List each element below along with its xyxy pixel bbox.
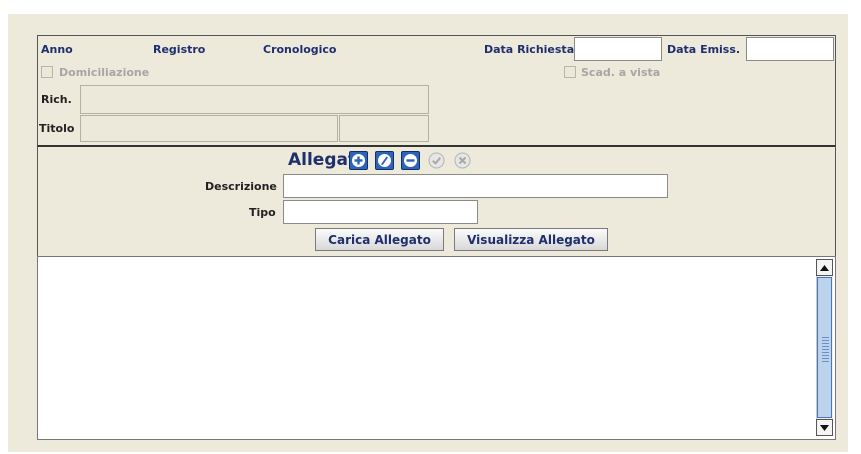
grip-icon (822, 336, 829, 362)
tipo-label: Tipo (249, 206, 276, 219)
scad-vista-label: Scad. a vista (581, 66, 661, 79)
confirm-icon[interactable] (427, 151, 446, 170)
domiciliazione-label: Domiciliazione (59, 66, 150, 79)
cancel-icon[interactable] (453, 151, 472, 170)
scroll-down-button[interactable] (816, 419, 833, 436)
arrow-up-icon (820, 264, 829, 271)
anno-label: Anno (41, 43, 73, 56)
rich-field[interactable] (80, 85, 429, 114)
allegati-list[interactable] (37, 256, 836, 440)
scroll-up-button[interactable] (816, 259, 833, 276)
domiciliazione-checkbox[interactable] (41, 66, 53, 78)
descrizione-label: Descrizione (205, 180, 277, 193)
titolo-label: Titolo (39, 122, 75, 135)
data-richiesta-label: Data Richiesta (484, 43, 575, 56)
titolo-code-field[interactable] (339, 115, 429, 142)
page: Anno Registro Cronologico Data Richiesta… (0, 0, 861, 454)
cronologico-label: Cronologico (263, 43, 337, 56)
descrizione-input[interactable] (283, 174, 668, 198)
arrow-down-icon (820, 424, 829, 431)
scad-vista-checkbox[interactable] (564, 66, 576, 78)
carica-allegato-button[interactable]: Carica Allegato (315, 228, 444, 251)
edit-icon[interactable] (375, 151, 394, 170)
registro-label: Registro (153, 43, 206, 56)
remove-icon[interactable] (401, 151, 420, 170)
data-emiss-input[interactable] (746, 37, 834, 61)
add-icon[interactable] (349, 151, 368, 170)
visualizza-allegato-button[interactable]: Visualizza Allegato (454, 228, 608, 251)
rich-label: Rich. (41, 93, 72, 106)
tipo-input[interactable] (283, 200, 478, 224)
scrollbar-thumb[interactable] (817, 277, 832, 418)
titolo-field[interactable] (80, 115, 338, 142)
data-richiesta-input[interactable] (574, 37, 662, 61)
data-emiss-label: Data Emiss. (667, 43, 741, 56)
